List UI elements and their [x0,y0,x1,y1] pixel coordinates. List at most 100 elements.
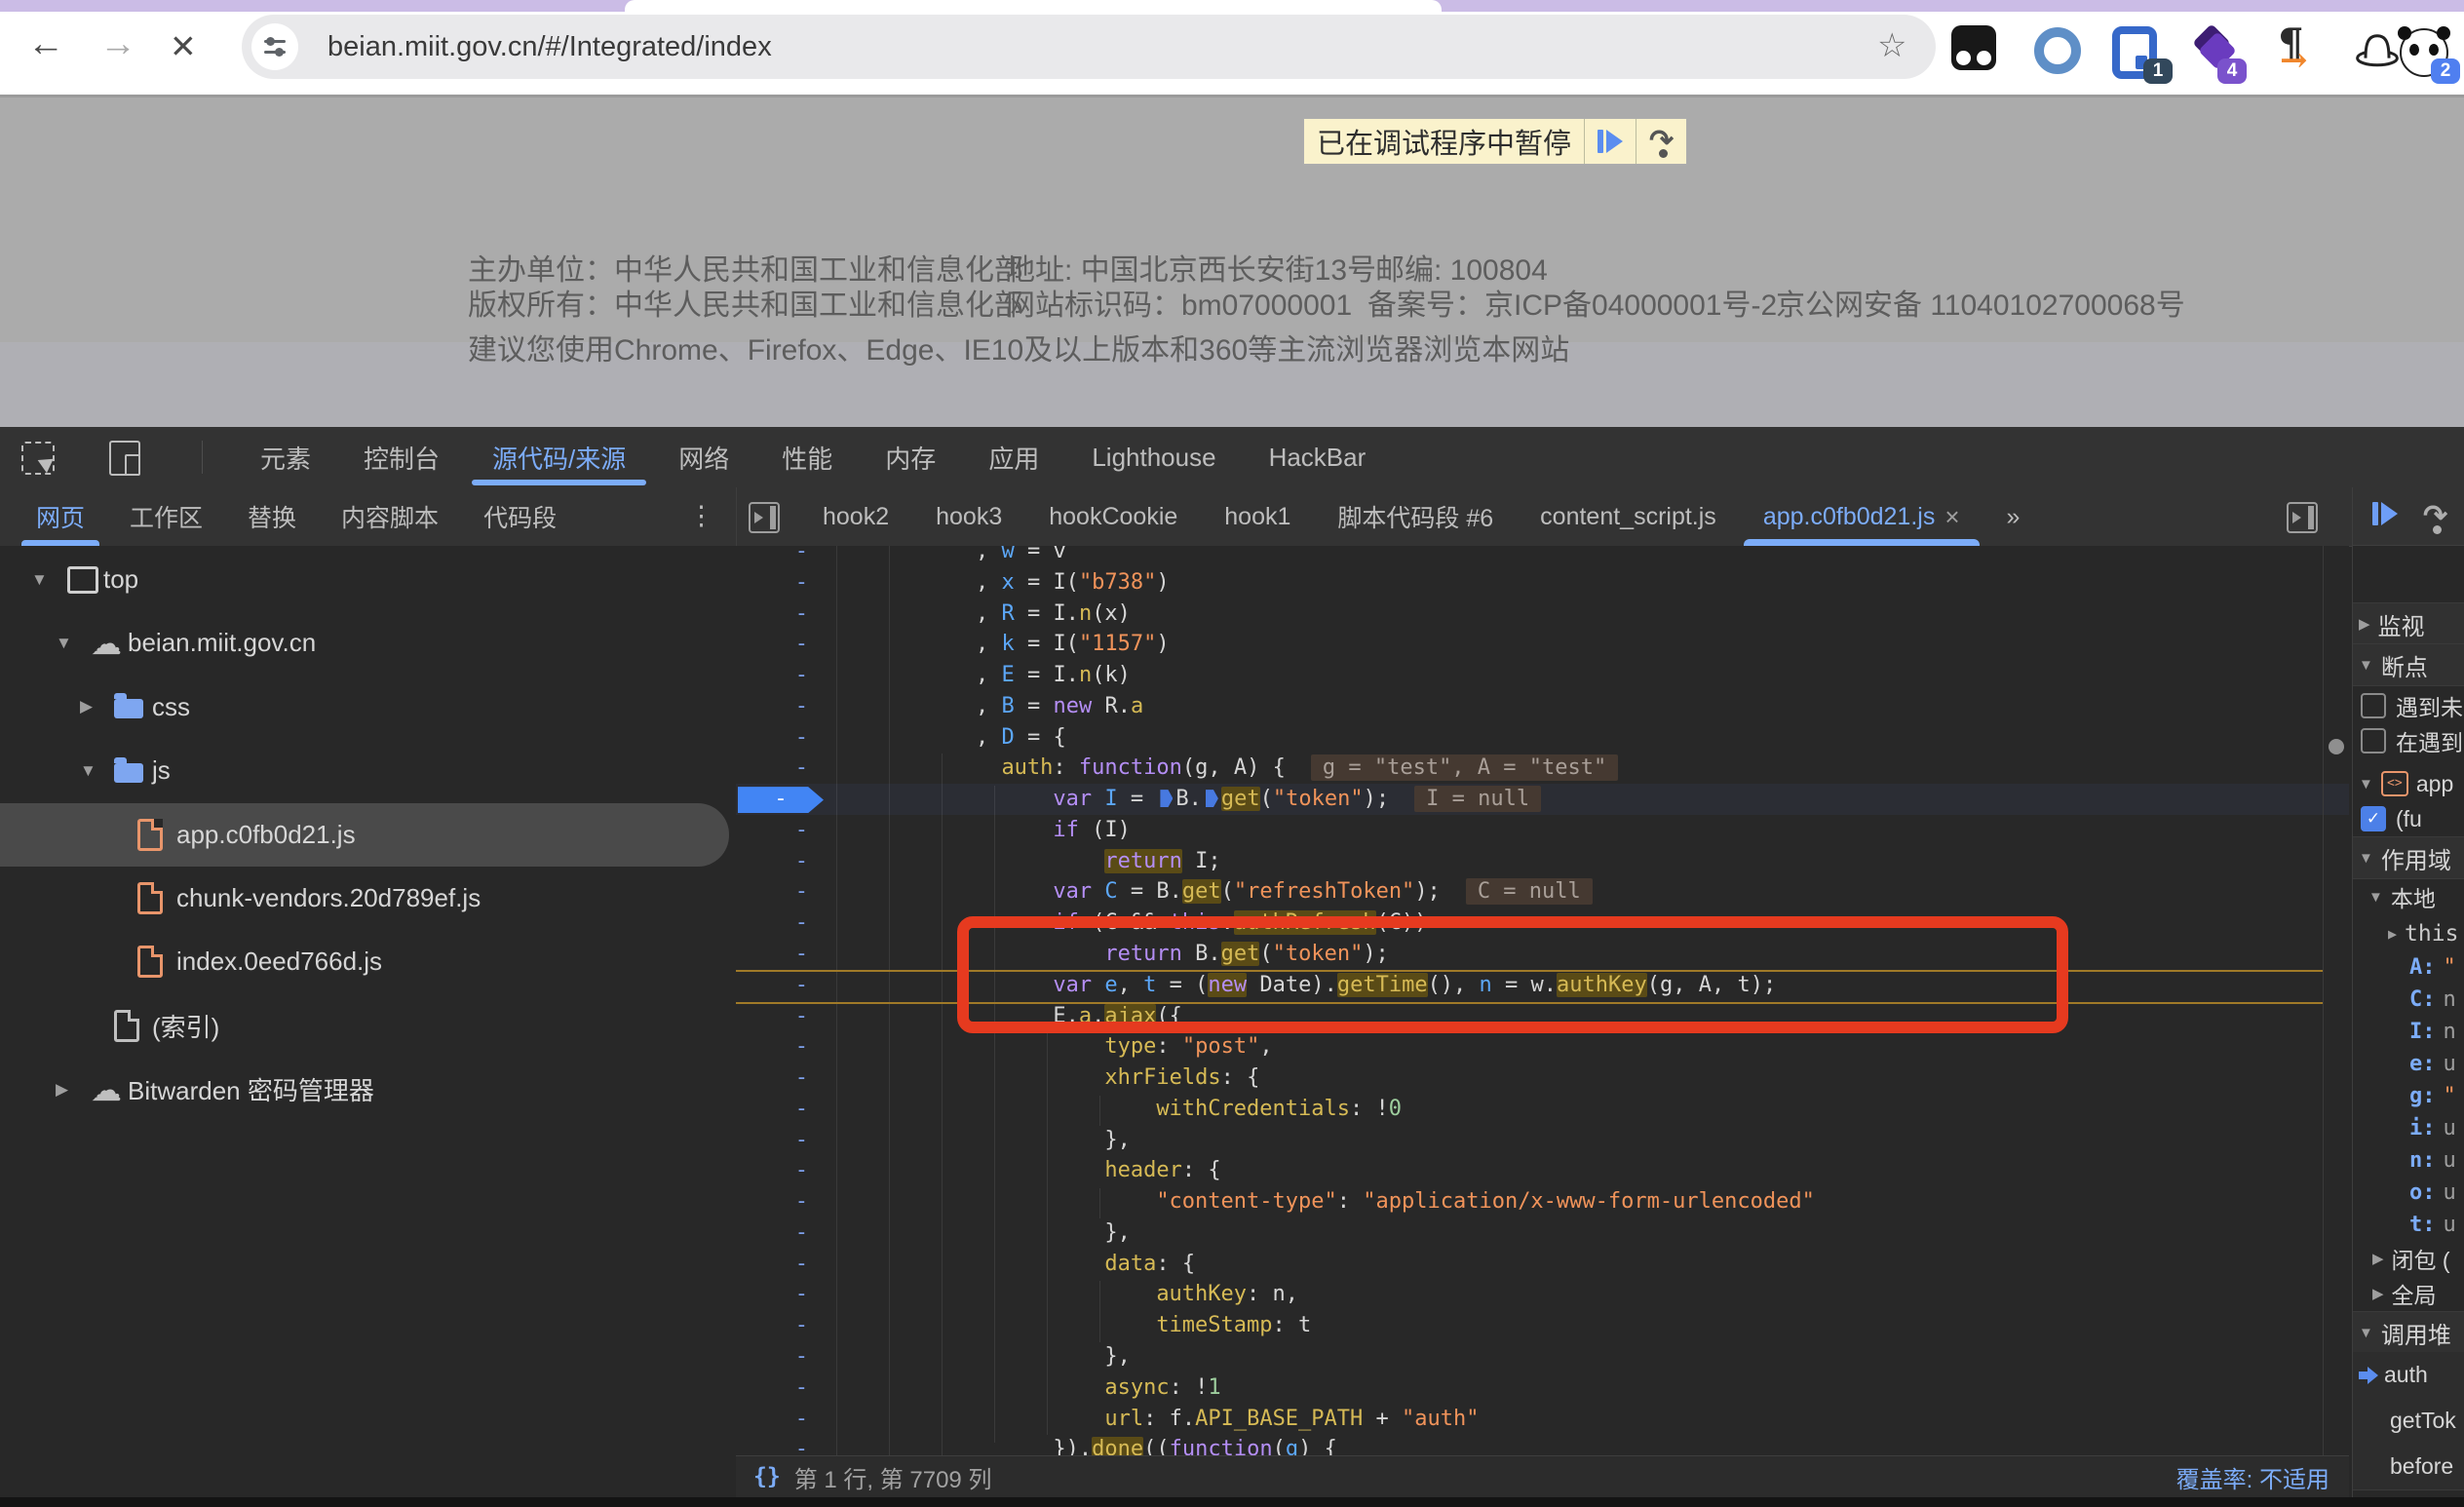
editor-tab-app.c0fb0d21.js[interactable]: app.c0fb0d21.js× [1740,487,1983,546]
sidebar-row-app[interactable]: ▼<>app [2353,766,2464,801]
devtools-tab-应用[interactable]: 应用 [962,427,1065,487]
code-editor[interactable]: -, w = v-, x = I("b738")-, R = I.n(x)-, … [736,546,2349,1455]
banner-step-over-button[interactable]: ↷ [1636,119,1686,164]
sidebar-row-遇到未[interactable]: 遇到未 [2353,688,2464,723]
step-over-button[interactable]: ↷ [2423,502,2447,531]
code-line[interactable]: }, [736,1341,2349,1372]
tree-collapsed-arrow[interactable]: ▶ [56,1080,68,1100]
code-line[interactable]: header: { [736,1155,2349,1186]
code-line[interactable]: "content-type": "application/x-www-form-… [736,1186,2349,1217]
code-line[interactable]: auth: function(g, A) {g = "test", A = "t… [736,753,2349,784]
sidebar-row-getTok[interactable]: getTok [2353,1398,2464,1445]
tree-row-chunk-vendors.20d789ef.js[interactable]: chunk-vendors.20d789ef.js [0,867,736,930]
collapsed-arrow-icon[interactable]: ▶ [2372,1285,2384,1302]
editor-tab-脚本代码段 #6[interactable]: 脚本代码段 #6 [1314,487,1517,546]
code-line[interactable]: , k = I("1157") [736,629,2349,660]
code-line[interactable]: authKey: n, [736,1279,2349,1310]
dock-panel-icon[interactable] [2287,502,2318,533]
code-line[interactable]: }).done((function(g) { [736,1434,2349,1455]
devtools-tab-元素[interactable]: 元素 [234,427,337,487]
more-tabs-icon[interactable]: ⋮ [688,487,714,546]
code-line[interactable]: return I; [736,846,2349,877]
editor-tab-hookCookie[interactable]: hookCookie [1025,487,1201,546]
devtools-tab-控制台[interactable]: 控制台 [337,427,466,487]
editor-tab-hook2[interactable]: hook2 [799,487,912,546]
breakpoint-checkbox[interactable] [2361,728,2386,754]
devtools-tab-Lighthouse[interactable]: Lighthouse [1065,427,1242,487]
step-into-marker-icon[interactable] [1206,790,1218,807]
sidebar-row-在遇到[interactable]: 在遇到 [2353,723,2464,758]
pane-tab-代码段[interactable]: 代码段 [461,487,579,546]
expanded-arrow-icon[interactable]: ▼ [2359,776,2373,792]
address-bar[interactable]: beian.miit.gov.cn/#/Integrated/index ☆ [242,15,1936,79]
editor-tab-hook3[interactable]: hook3 [912,487,1025,546]
code-line[interactable]: if (I) [736,815,2349,846]
code-line[interactable]: type: "post", [736,1031,2349,1063]
sidebar-row-全局[interactable]: ▶全局 [2353,1276,2464,1311]
step-into-marker-icon[interactable] [1160,790,1173,807]
sidebar-row-this[interactable]: ▶this [2353,916,2464,951]
coverage-link[interactable]: 覆盖率: 不适用 [2176,1460,2329,1494]
collapsed-arrow-icon[interactable]: ▶ [2372,1250,2384,1267]
sidebar-row-n[interactable]: n:u [2353,1144,2464,1177]
pane-tab-替换[interactable]: 替换 [225,487,319,546]
sidebar-row-监视[interactable]: ▶监视 [2353,602,2464,645]
collapsed-arrow-icon[interactable]: ▶ [2359,615,2370,633]
editor-tabs-overflow-icon[interactable]: » [1983,487,2044,546]
device-toolbar-icon[interactable] [109,441,140,476]
editor-tab-content_script.js[interactable]: content_script.js [1517,487,1740,546]
code-line[interactable]: , x = I("b738") [736,567,2349,599]
editor-scroll-thumb[interactable] [2329,739,2344,754]
extension-pilcrow-icon[interactable]: ¶→ [2274,25,2325,76]
devtools-tab-网络[interactable]: 网络 [652,427,755,487]
sidebar-row-g[interactable]: g:" [2353,1080,2464,1112]
banner-resume-button[interactable] [1584,119,1636,164]
tree-row-beian.miit.gov.cn[interactable]: ▼☁beian.miit.gov.cn [0,611,736,675]
tree-expanded-arrow[interactable]: ▼ [56,634,72,653]
code-line[interactable]: }, [736,1217,2349,1249]
tree-row-top[interactable]: ▼top [0,548,736,611]
sidebar-row-A[interactable]: A:" [2353,951,2464,984]
sidebar-row-o[interactable]: o:u [2353,1177,2464,1209]
tree-collapsed-arrow[interactable]: ▶ [80,697,93,716]
code-line[interactable]: xhrFields: { [736,1063,2349,1094]
sidebar-row-auth[interactable]: auth [2353,1352,2464,1399]
pane-tab-网页[interactable]: 网页 [14,487,107,546]
collapsed-arrow-icon[interactable]: ▶ [2388,925,2397,943]
tree-expanded-arrow[interactable]: ▼ [31,570,48,590]
inspect-element-icon[interactable] [21,442,55,475]
expanded-arrow-icon[interactable]: ▼ [2359,1325,2373,1341]
expanded-arrow-icon[interactable]: ▼ [2359,657,2373,674]
pretty-print-icon[interactable]: {} [753,1464,781,1489]
code-line[interactable]: async: !1 [736,1372,2349,1404]
sidebar-row-i[interactable]: i:u [2353,1112,2464,1144]
sidebar-row-before[interactable]: before [2353,1444,2464,1490]
pane-tab-内容脚本[interactable]: 内容脚本 [319,487,461,546]
tree-row-(索引)[interactable]: (索引) [0,994,736,1058]
back-button[interactable]: ← [27,23,64,65]
code-line[interactable]: withCredentials: !0 [736,1094,2349,1125]
expanded-arrow-icon[interactable]: ▼ [2368,889,2383,906]
pane-tab-工作区[interactable]: 工作区 [107,487,225,546]
code-line[interactable]: var C = B.get("refreshToken");C = null [736,876,2349,908]
tree-row-js[interactable]: ▼js [0,739,736,802]
bookmark-star-icon[interactable]: ☆ [1877,15,1906,79]
devtools-tab-内存[interactable]: 内存 [859,427,962,487]
sidebar-row-作用域[interactable]: ▼作用域 [2353,836,2464,879]
devtools-tab-源代码/来源[interactable]: 源代码/来源 [466,427,652,487]
site-settings-icon[interactable] [251,23,298,70]
breakpoint-checkbox-checked[interactable]: ✓ [2361,806,2386,831]
code-line[interactable]: url: f.API_BASE_PATH + "auth" [736,1404,2349,1435]
code-line[interactable]: var I = B.get("token");I = null [736,784,2349,815]
sidebar-row-e[interactable]: e:u [2353,1048,2464,1080]
code-line[interactable]: , w = v [736,546,2349,567]
code-line[interactable]: , B = new R.a [736,691,2349,722]
code-line[interactable]: , E = I.n(k) [736,660,2349,691]
tree-row-app.c0fb0d21.js[interactable]: app.c0fb0d21.js [0,803,729,867]
url-text[interactable]: beian.miit.gov.cn/#/Integrated/index [327,15,772,79]
tree-expanded-arrow[interactable]: ▼ [80,761,96,781]
extension-layers-icon[interactable]: 4 [2192,25,2243,76]
resume-script-button[interactable] [2372,502,2398,530]
close-tab-icon[interactable]: × [1944,502,1959,532]
extension-panda-icon[interactable]: 2 [2400,25,2450,76]
